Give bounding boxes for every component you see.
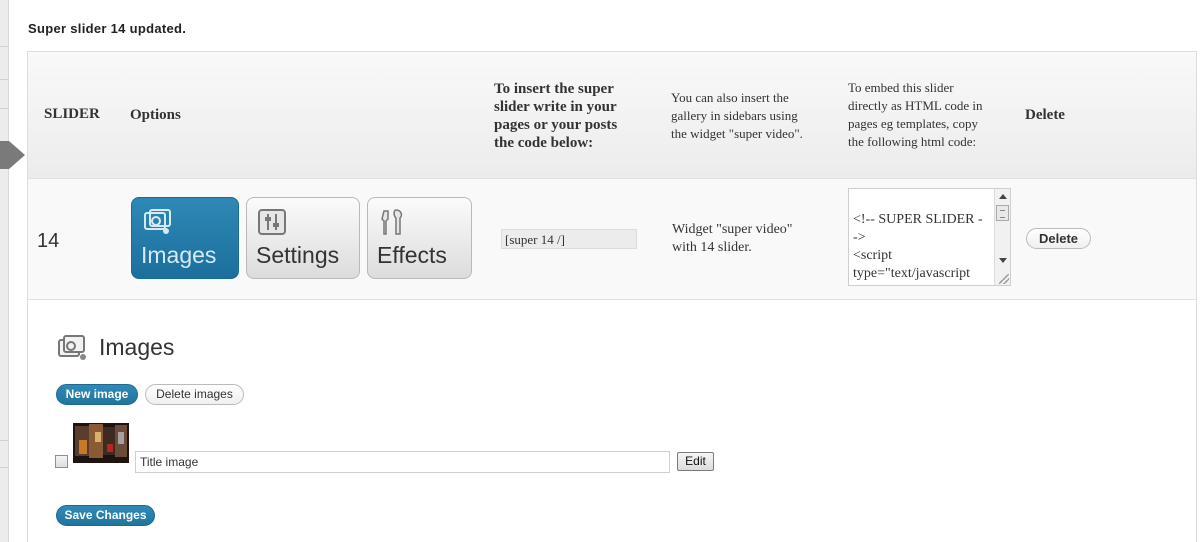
save-changes-button[interactable]: Save Changes	[56, 505, 155, 526]
edit-image-button[interactable]: Edit	[677, 452, 714, 471]
header-insert: To insert the super slider write in your…	[494, 81, 618, 151]
images-option-label: Images	[141, 242, 217, 268]
effects-option-label: Effects	[377, 242, 447, 268]
image-title-input[interactable]	[135, 451, 670, 473]
settings-icon	[258, 209, 286, 235]
table-header: SLIDER Options To insert the super slide…	[28, 52, 1196, 179]
delete-images-button[interactable]: Delete images	[145, 384, 244, 405]
update-notice: Super slider 14 updated.	[28, 21, 187, 36]
widget-info: Widget "super video" with 14 slider.	[672, 222, 793, 255]
header-embed: To embed this slider directly as HTML co…	[848, 80, 983, 149]
scroll-down-icon[interactable]	[999, 258, 1007, 263]
shortcode-field[interactable]: [super 14 /]	[501, 229, 637, 249]
images-icon	[144, 209, 171, 234]
scroll-thumb[interactable]	[996, 205, 1009, 221]
images-section-title: Images	[99, 334, 175, 360]
header-slider: SLIDER	[44, 106, 100, 122]
delete-slider-button[interactable]: Delete	[1026, 228, 1091, 249]
images-option-button[interactable]: Images	[131, 197, 239, 279]
header-widget: You can also insert the gallery in sideb…	[671, 90, 803, 141]
textarea-scrollbar[interactable]	[994, 189, 1010, 285]
html-code-text: <!-- SUPER SLIDER - -> <script type="tex…	[853, 212, 983, 281]
image-select-checkbox[interactable]	[55, 455, 68, 468]
html-code-textarea[interactable]: <!-- SUPER SLIDER - -> <script type="tex…	[848, 188, 1011, 286]
image-thumbnail[interactable]	[73, 420, 129, 465]
effects-icon	[381, 209, 403, 235]
header-options: Options	[130, 107, 181, 123]
table-row: 14 Images Settings Effects [super 14 /] …	[28, 179, 1196, 300]
slider-id: 14	[37, 230, 60, 252]
effects-option-button[interactable]: Effects	[367, 197, 472, 279]
new-image-button[interactable]: New image	[56, 384, 138, 405]
scroll-up-icon[interactable]	[999, 194, 1007, 199]
current-menu-arrow-icon	[0, 141, 9, 169]
admin-menu-edge	[0, 0, 25, 542]
resize-grip-icon[interactable]	[999, 274, 1009, 284]
images-section-icon	[58, 335, 86, 360]
settings-option-button[interactable]: Settings	[246, 197, 360, 279]
settings-option-label: Settings	[256, 242, 340, 268]
header-delete: Delete	[1025, 107, 1065, 123]
